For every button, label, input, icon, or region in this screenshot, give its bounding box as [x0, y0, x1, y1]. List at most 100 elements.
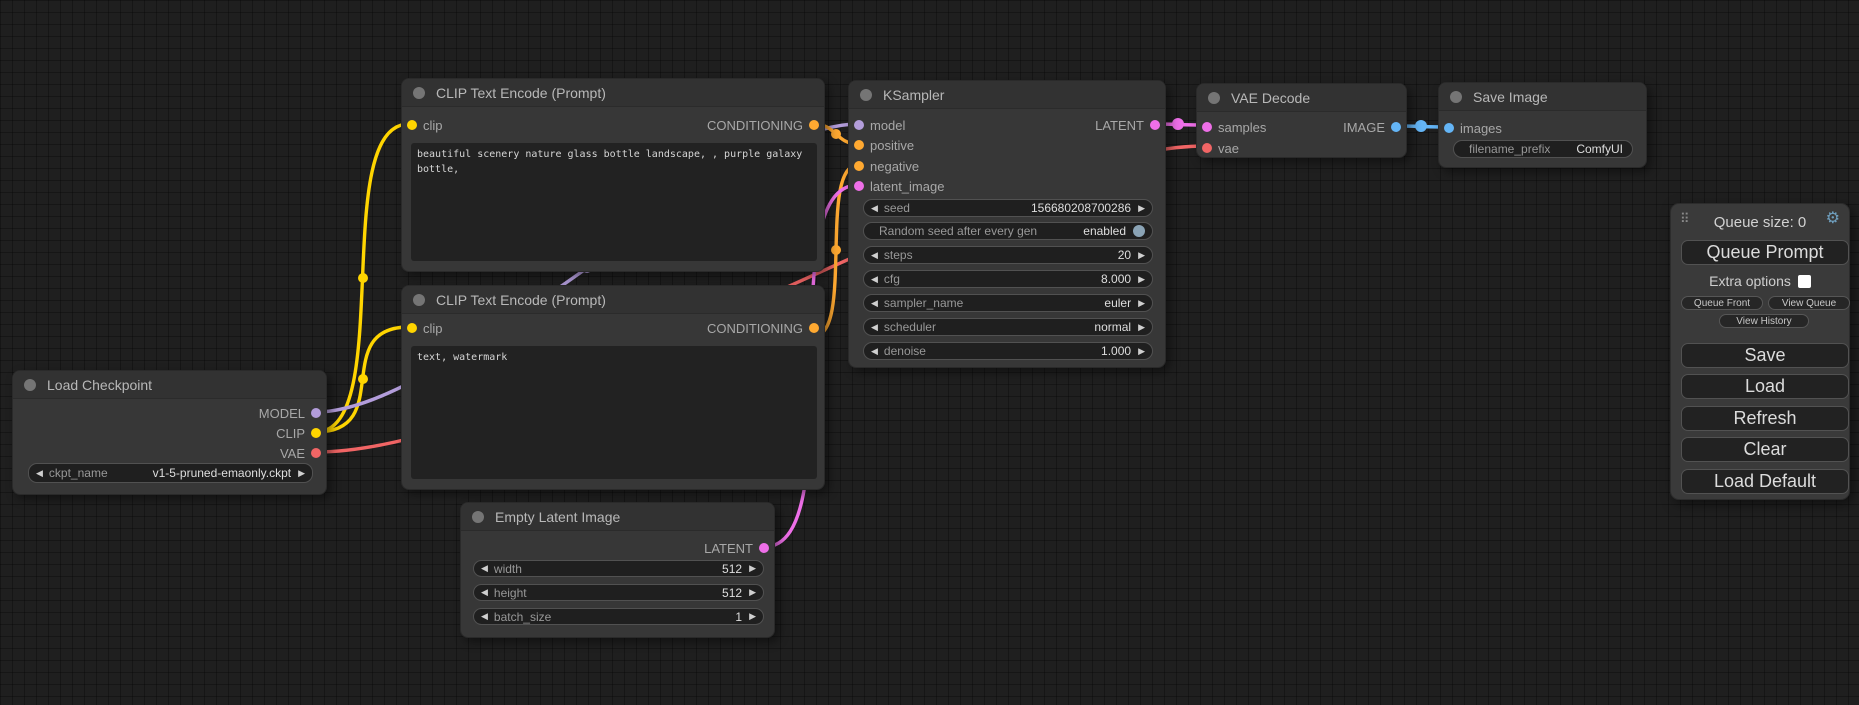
output-slot-image[interactable]: IMAGE [1343, 119, 1401, 135]
node-ksampler[interactable]: KSampler model positive negative latent_… [848, 80, 1166, 368]
increment-arrow-icon[interactable]: ▶ [749, 563, 756, 574]
increment-arrow-icon[interactable]: ▶ [1138, 298, 1145, 309]
toggle-enabled-icon[interactable] [1133, 225, 1145, 237]
decrement-arrow-icon[interactable]: ◀ [36, 468, 43, 479]
collapse-dot-icon[interactable] [24, 379, 36, 391]
latent-port-icon[interactable] [1202, 122, 1212, 132]
widget-scheduler[interactable]: ◀ scheduler normal ▶ [863, 318, 1153, 336]
widget-steps[interactable]: ◀ steps 20 ▶ [863, 246, 1153, 264]
input-slot-vae[interactable]: vae [1202, 140, 1239, 156]
widget-sampler-name[interactable]: ◀ sampler_name euler ▶ [863, 294, 1153, 312]
model-port-icon[interactable] [854, 120, 864, 130]
node-clip-text-encode-negative[interactable]: CLIP Text Encode (Prompt) clip CONDITION… [401, 285, 825, 490]
node-vae-decode[interactable]: VAE Decode samples vae IMAGE [1196, 83, 1407, 158]
node-title-bar[interactable]: KSampler [849, 81, 1165, 109]
input-slot-positive[interactable]: positive [854, 137, 914, 153]
view-history-button[interactable]: View History [1719, 314, 1809, 328]
vae-port-icon[interactable] [311, 448, 321, 458]
decrement-arrow-icon[interactable]: ◀ [871, 298, 878, 309]
conditioning-port-icon[interactable] [809, 323, 819, 333]
save-button[interactable]: Save [1681, 343, 1849, 368]
collapse-dot-icon[interactable] [413, 294, 425, 306]
node-title-bar[interactable]: Empty Latent Image [461, 503, 774, 531]
clip-port-icon[interactable] [311, 428, 321, 438]
output-slot-latent[interactable]: LATENT [1095, 117, 1160, 133]
refresh-button[interactable]: Refresh [1681, 406, 1849, 431]
widget-height[interactable]: ◀ height 512 ▶ [473, 584, 764, 601]
increment-arrow-icon[interactable]: ▶ [1138, 203, 1145, 214]
node-title-bar[interactable]: Save Image [1439, 83, 1646, 111]
decrement-arrow-icon[interactable]: ◀ [481, 611, 488, 622]
increment-arrow-icon[interactable]: ▶ [1138, 250, 1145, 261]
decrement-arrow-icon[interactable]: ◀ [871, 346, 878, 357]
widget-random-seed-toggle[interactable]: Random seed after every gen enabled [863, 222, 1153, 240]
decrement-arrow-icon[interactable]: ◀ [481, 563, 488, 574]
input-slot-clip[interactable]: clip [407, 117, 443, 133]
increment-arrow-icon[interactable]: ▶ [1138, 346, 1145, 357]
decrement-arrow-icon[interactable]: ◀ [481, 587, 488, 598]
decrement-arrow-icon[interactable]: ◀ [871, 203, 878, 214]
image-port-icon[interactable] [1391, 122, 1401, 132]
output-slot-clip[interactable]: CLIP [276, 425, 321, 441]
extra-options-checkbox[interactable] [1798, 275, 1811, 288]
prompt-textarea[interactable]: text, watermark [411, 346, 817, 479]
input-slot-images[interactable]: images [1444, 120, 1502, 136]
load-default-button[interactable]: Load Default [1681, 469, 1849, 494]
prompt-textarea[interactable]: beautiful scenery nature glass bottle la… [411, 143, 817, 261]
decrement-arrow-icon[interactable]: ◀ [871, 322, 878, 333]
load-button[interactable]: Load [1681, 374, 1849, 399]
input-slot-latent-image[interactable]: latent_image [854, 178, 944, 194]
input-slot-model[interactable]: model [854, 117, 905, 133]
widget-batch-size[interactable]: ◀ batch_size 1 ▶ [473, 608, 764, 625]
collapse-dot-icon[interactable] [1208, 92, 1220, 104]
increment-arrow-icon[interactable]: ▶ [298, 468, 305, 479]
increment-arrow-icon[interactable]: ▶ [1138, 274, 1145, 285]
output-slot-model[interactable]: MODEL [259, 405, 321, 421]
clip-port-icon[interactable] [407, 323, 417, 333]
node-title-bar[interactable]: CLIP Text Encode (Prompt) [402, 79, 824, 107]
latent-port-icon[interactable] [1150, 120, 1160, 130]
collapse-dot-icon[interactable] [860, 89, 872, 101]
clip-port-icon[interactable] [407, 120, 417, 130]
node-title-bar[interactable]: CLIP Text Encode (Prompt) [402, 286, 824, 314]
collapse-dot-icon[interactable] [1450, 91, 1462, 103]
input-slot-samples[interactable]: samples [1202, 119, 1266, 135]
conditioning-port-icon[interactable] [809, 120, 819, 130]
latent-port-icon[interactable] [854, 181, 864, 191]
output-slot-conditioning[interactable]: CONDITIONING [707, 117, 819, 133]
increment-arrow-icon[interactable]: ▶ [749, 587, 756, 598]
node-load-checkpoint[interactable]: Load Checkpoint MODEL CLIP VAE ◀ ckpt_na… [12, 370, 327, 495]
collapse-dot-icon[interactable] [413, 87, 425, 99]
node-clip-text-encode-positive[interactable]: CLIP Text Encode (Prompt) clip CONDITION… [401, 78, 825, 272]
increment-arrow-icon[interactable]: ▶ [749, 611, 756, 622]
decrement-arrow-icon[interactable]: ◀ [871, 250, 878, 261]
input-slot-negative[interactable]: negative [854, 158, 919, 174]
image-port-icon[interactable] [1444, 123, 1454, 133]
conditioning-port-icon[interactable] [854, 140, 864, 150]
node-save-image[interactable]: Save Image images filename_prefix ComfyU… [1438, 82, 1647, 168]
output-slot-latent[interactable]: LATENT [704, 540, 769, 556]
widget-denoise[interactable]: ◀ denoise 1.000 ▶ [863, 342, 1153, 360]
view-queue-button[interactable]: View Queue [1768, 296, 1850, 310]
widget-seed[interactable]: ◀ seed 156680208700286 ▶ [863, 199, 1153, 217]
output-slot-conditioning[interactable]: CONDITIONING [707, 320, 819, 336]
widget-cfg[interactable]: ◀ cfg 8.000 ▶ [863, 270, 1153, 288]
settings-gear-icon[interactable]: ⚙ [1826, 210, 1840, 228]
widget-ckpt-name[interactable]: ◀ ckpt_name v1-5-pruned-emaonly.ckpt ▶ [28, 463, 313, 483]
conditioning-port-icon[interactable] [854, 161, 864, 171]
widget-width[interactable]: ◀ width 512 ▶ [473, 560, 764, 577]
latent-port-icon[interactable] [759, 543, 769, 553]
input-slot-clip[interactable]: clip [407, 320, 443, 336]
model-port-icon[interactable] [311, 408, 321, 418]
increment-arrow-icon[interactable]: ▶ [1138, 322, 1145, 333]
collapse-dot-icon[interactable] [472, 511, 484, 523]
queue-front-button[interactable]: Queue Front [1681, 296, 1763, 310]
decrement-arrow-icon[interactable]: ◀ [871, 274, 878, 285]
clear-button[interactable]: Clear [1681, 437, 1849, 462]
queue-prompt-button[interactable]: Queue Prompt [1681, 240, 1849, 265]
node-title-bar[interactable]: VAE Decode [1197, 84, 1406, 112]
vae-port-icon[interactable] [1202, 143, 1212, 153]
graph-canvas[interactable]: { "colors": { "model": "#B39DDB", "clip"… [0, 0, 1859, 705]
node-title-bar[interactable]: Load Checkpoint [13, 371, 326, 399]
widget-filename-prefix[interactable]: filename_prefix ComfyUI [1453, 140, 1633, 158]
